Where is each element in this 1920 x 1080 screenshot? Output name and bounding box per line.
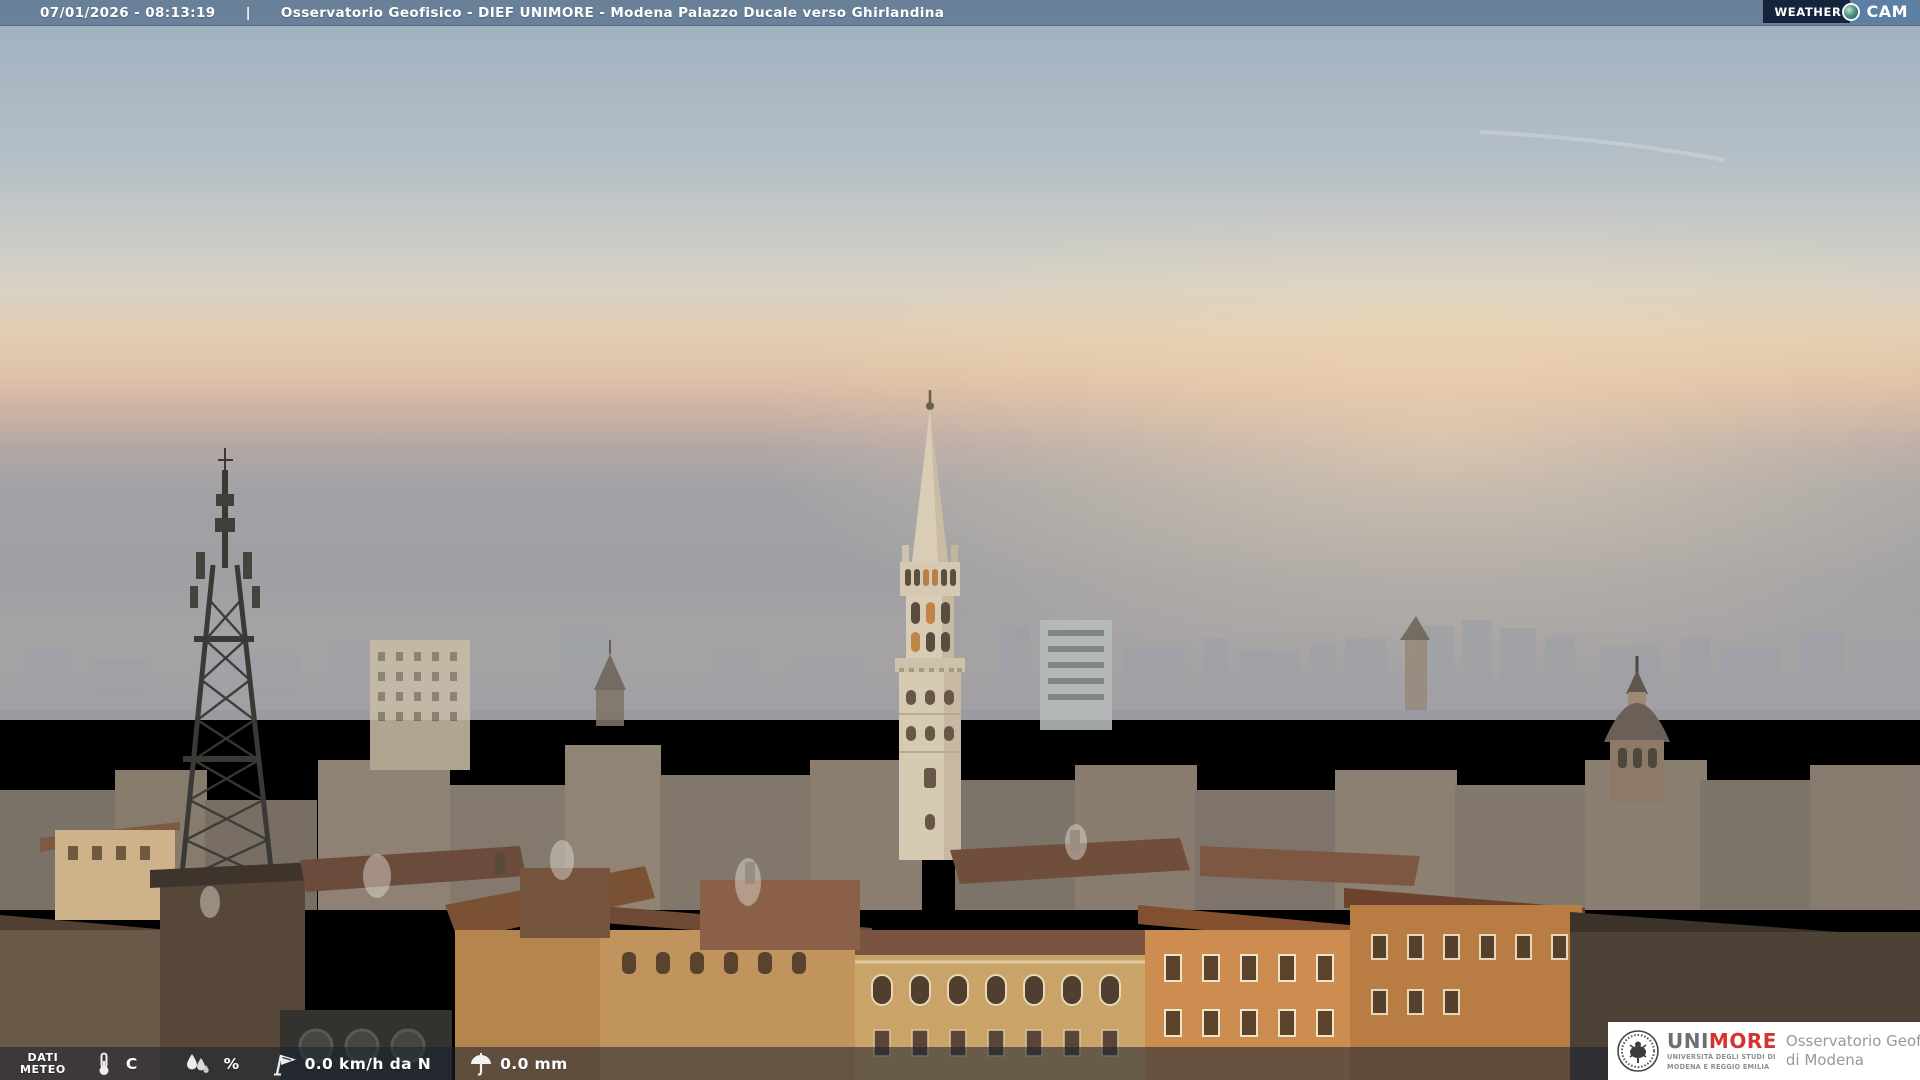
unimore-seal-icon	[1617, 1030, 1659, 1072]
unimore-wordmark: UNIMORE UNIVERSITÀ DEGLI STUDI DI MODENA…	[1667, 1031, 1777, 1071]
wind-icon	[273, 1054, 296, 1075]
dati-meteo-label: DATI METEO	[20, 1050, 66, 1076]
separator: |	[245, 4, 251, 21]
weathercam-logo-cam: CAM	[1852, 0, 1920, 23]
university-subtitle-line1: UNIVERSITÀ DEGLI STUDI DI	[1667, 1053, 1776, 1061]
unimore-uni-text: UNI	[1667, 1029, 1709, 1053]
weathercam-logo[interactable]: WEATHER CAM	[1762, 0, 1920, 23]
university-subtitle-line2: MODENA E REGGIO EMILIA	[1667, 1063, 1770, 1071]
weathercam-lens-icon	[1842, 2, 1861, 21]
city-panorama	[0, 0, 1920, 1080]
webcam-photo	[0, 0, 1920, 1080]
dati-label-line1: DATI	[27, 1050, 59, 1064]
humidity-unit: %	[223, 1054, 240, 1073]
observatory-name-line2: di Modena	[1785, 1051, 1864, 1069]
camera-title: Osservatorio Geofisico - DIEF UNIMORE - …	[280, 4, 945, 21]
unimore-more-text: MORE	[1708, 1029, 1777, 1053]
rain-value: 0.0 mm	[500, 1054, 568, 1073]
weathercam-logo-weather: WEATHER	[1762, 0, 1851, 23]
weathercam-weather-label: WEATHER	[1774, 4, 1842, 19]
thermometer-icon	[99, 1052, 109, 1075]
weathercam-cam-label: CAM	[1866, 2, 1908, 21]
umbrella-icon	[471, 1052, 492, 1076]
timestamp: 07/01/2026 - 08:13:19	[40, 4, 216, 21]
unimore-branding-box[interactable]: UNIMORE UNIVERSITÀ DEGLI STUDI DI MODENA…	[1608, 1022, 1920, 1080]
observatory-name: Osservatorio Geofisico di Modena	[1786, 1032, 1920, 1070]
temperature-unit: C	[125, 1054, 138, 1073]
wind-value: 0.0 km/h da N	[304, 1054, 432, 1073]
dati-label-line2: METEO	[20, 1062, 66, 1076]
observatory-name-line1: Osservatorio Geofisico	[1785, 1032, 1920, 1050]
top-overlay-bar: 07/01/2026 - 08:13:19 | Osservatorio Geo…	[0, 0, 1920, 26]
webcam-page: 07/01/2026 - 08:13:19 | Osservatorio Geo…	[0, 0, 1920, 1080]
humidity-icon	[186, 1053, 209, 1073]
